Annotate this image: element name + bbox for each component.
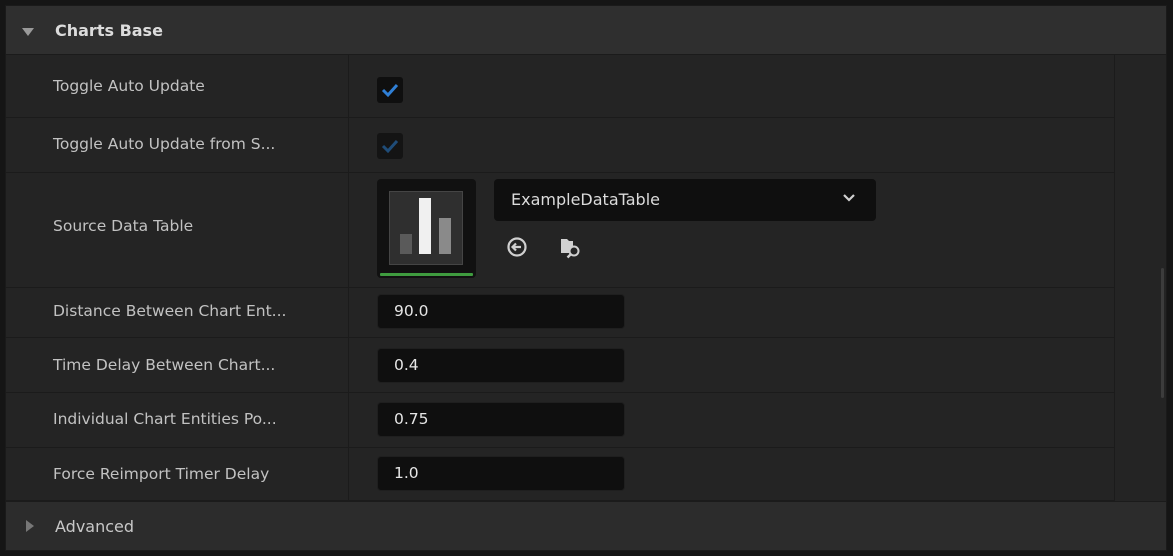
property-label: Force Reimport Timer Delay xyxy=(53,465,270,483)
property-label: Source Data Table xyxy=(53,217,194,235)
collapse-arrow-icon[interactable] xyxy=(22,28,34,36)
browse-to-asset-button[interactable] xyxy=(559,236,583,264)
force-reimport-timer-delay-input[interactable]: 1.0 xyxy=(377,456,625,491)
property-label: Toggle Auto Update from S... xyxy=(53,135,276,153)
use-selected-asset-button[interactable] xyxy=(506,236,528,262)
property-row-force-reimport-timer-delay: Force Reimport Timer Delay 1.0 xyxy=(6,448,1114,501)
property-row-toggle-auto-update: Toggle Auto Update xyxy=(6,55,1114,118)
selected-asset-value: ExampleDataTable xyxy=(511,190,660,209)
advanced-title: Advanced xyxy=(55,517,135,536)
distance-between-chart-entities-input[interactable]: 90.0 xyxy=(377,294,625,329)
source-data-table-dropdown[interactable]: ExampleDataTable xyxy=(494,179,876,221)
bar-chart-icon xyxy=(389,191,463,265)
time-delay-between-chart-input[interactable]: 0.4 xyxy=(377,348,625,383)
section-header-charts-base[interactable]: Charts Base xyxy=(6,6,1166,55)
property-row-toggle-auto-update-from-source: Toggle Auto Update from S... xyxy=(6,118,1114,173)
property-row-time-delay-between-chart: Time Delay Between Chart... 0.4 xyxy=(6,338,1114,393)
use-selected-arrow-icon xyxy=(507,237,527,257)
expand-arrow-icon[interactable] xyxy=(26,520,34,532)
details-panel: Charts Base Toggle Auto Update Toggle Au… xyxy=(5,5,1167,551)
toggle-auto-update-from-source-checkbox[interactable] xyxy=(377,133,403,159)
vertical-scrollbar[interactable] xyxy=(1161,268,1164,398)
individual-chart-entities-input[interactable]: 0.75 xyxy=(377,402,625,437)
property-label: Distance Between Chart Ent... xyxy=(53,302,287,320)
toggle-auto-update-checkbox[interactable] xyxy=(377,77,403,103)
section-title: Charts Base xyxy=(55,21,163,40)
property-row-individual-chart-entities: Individual Chart Entities Po... 0.75 xyxy=(6,393,1114,448)
asset-thumbnail[interactable] xyxy=(377,179,476,278)
chevron-down-icon xyxy=(843,194,855,202)
folder-search-icon xyxy=(561,239,580,259)
section-header-advanced[interactable]: Advanced xyxy=(6,501,1166,550)
property-label: Toggle Auto Update xyxy=(53,77,205,95)
asset-type-underline xyxy=(380,273,473,276)
property-label: Individual Chart Entities Po... xyxy=(53,410,277,428)
checkmark-icon xyxy=(381,83,399,98)
reset-column xyxy=(1114,55,1166,501)
property-label: Time Delay Between Chart... xyxy=(53,356,276,374)
checkmark-icon xyxy=(381,139,399,154)
property-row-distance-between-chart-entities: Distance Between Chart Ent... 90.0 xyxy=(6,288,1114,338)
